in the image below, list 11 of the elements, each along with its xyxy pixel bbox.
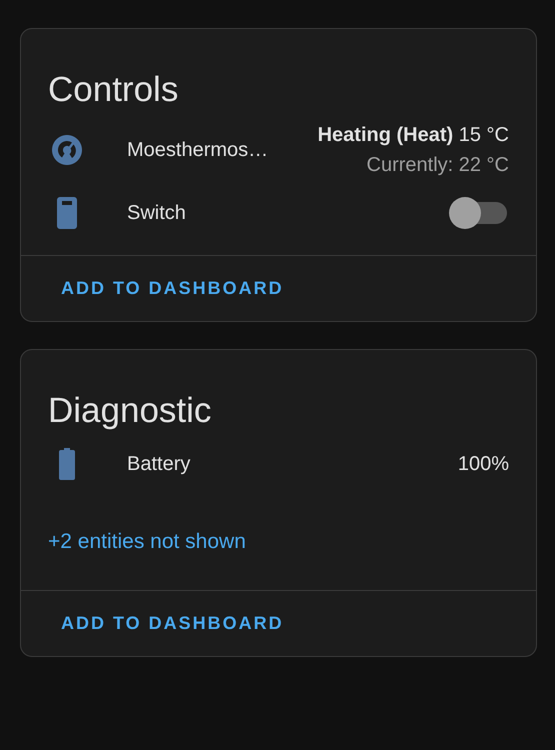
add-to-dashboard-button[interactable]: ADD TO DASHBOARD: [49, 609, 296, 638]
entity-name[interactable]: Moesthermos…: [127, 138, 318, 162]
current-temperature: Currently: 22 °C: [366, 153, 509, 178]
card-title: Diagnostic: [47, 390, 212, 432]
add-to-dashboard-button[interactable]: ADD TO DASHBOARD: [49, 274, 296, 303]
entity-name[interactable]: Switch: [127, 202, 449, 224]
card-title: Controls: [47, 69, 180, 111]
entity-name[interactable]: Battery: [127, 452, 458, 476]
hidden-entities-link[interactable]: +2 entities not shown: [21, 492, 273, 576]
entity-value: 100%: [458, 452, 509, 477]
entity-state: Heating (Heat) 15 °C: [318, 123, 509, 148]
